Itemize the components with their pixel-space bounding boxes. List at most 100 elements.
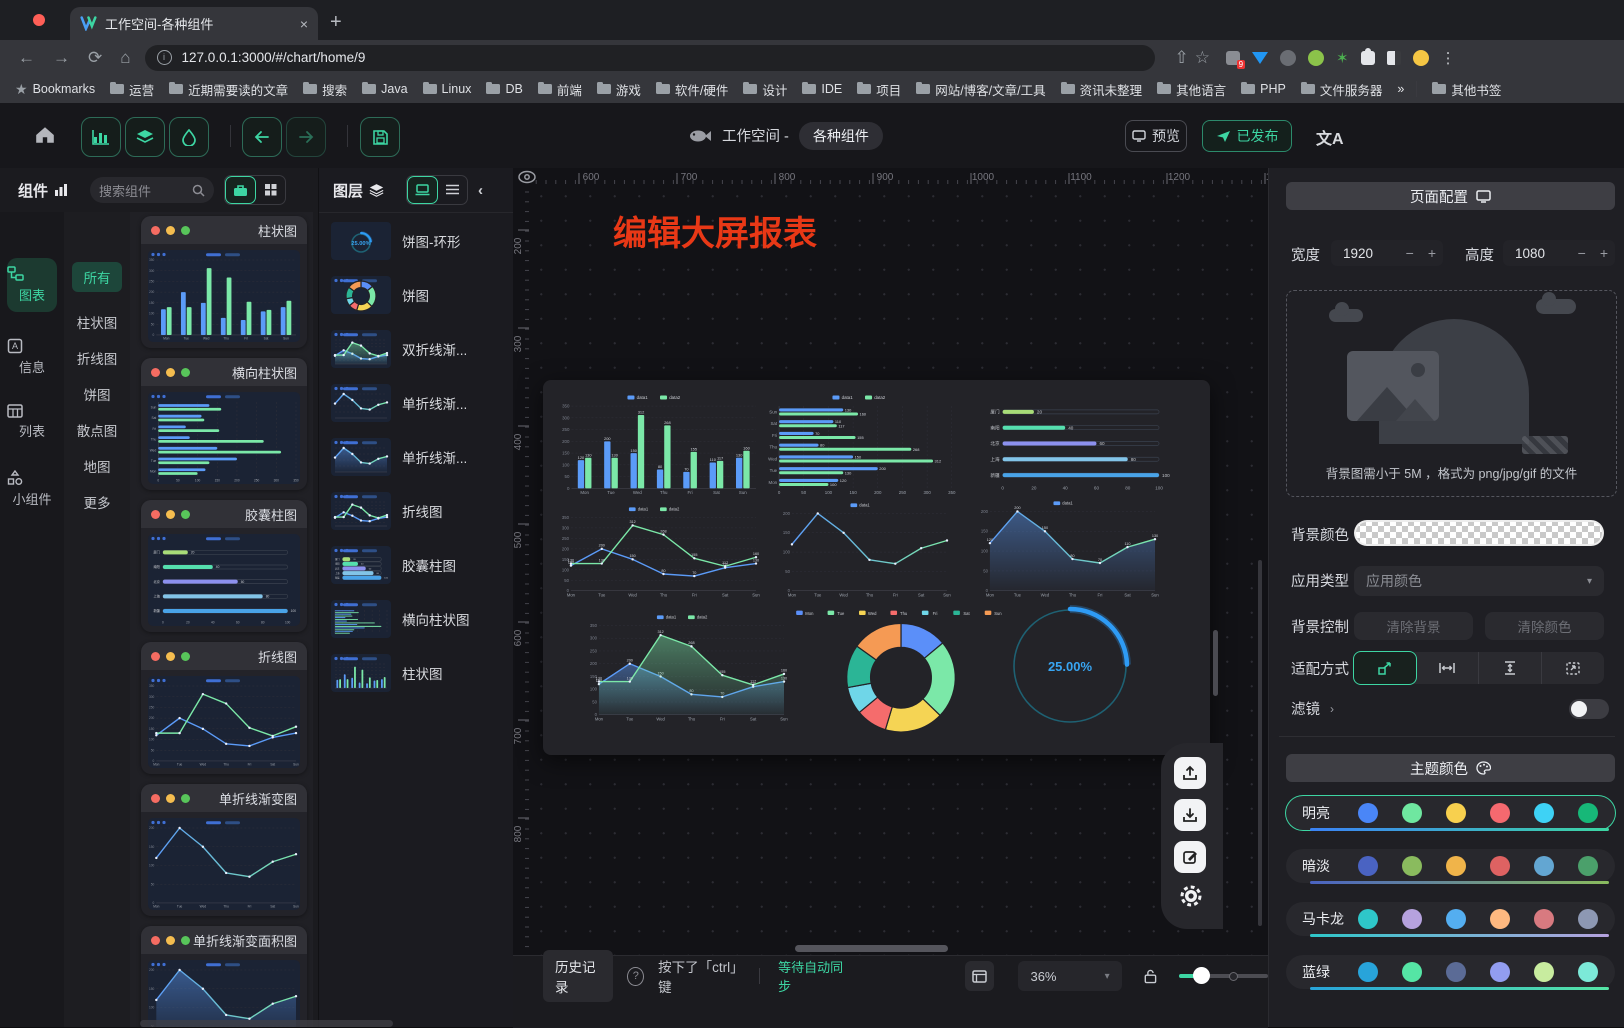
extension-star-icon[interactable]: ✶: [1336, 49, 1349, 67]
forward-icon[interactable]: →: [53, 48, 70, 68]
color-dot[interactable]: [1578, 856, 1598, 876]
color-dot[interactable]: [1578, 909, 1598, 929]
canvas-horizontal-scrollbar[interactable]: [795, 945, 948, 952]
zoom-select[interactable]: 36% ▾: [1018, 961, 1121, 991]
minus-button[interactable]: −: [1399, 245, 1421, 261]
bookmark-folder-前端[interactable]: 前端: [538, 80, 582, 99]
fit-stretch-button[interactable]: [1542, 652, 1604, 684]
component-card-胶囊柱图[interactable]: 胶囊柱图厦门20南阳40北京60上海80新疆100020406080100: [141, 500, 307, 632]
minus-button[interactable]: −: [1571, 245, 1593, 261]
category-饼图[interactable]: 饼图: [72, 384, 122, 404]
panel-scrollbar[interactable]: [1258, 560, 1262, 926]
color-dot[interactable]: [1358, 856, 1378, 876]
sidebar-item-小组件[interactable]: 小组件: [7, 470, 57, 508]
history-button[interactable]: 历史记录: [543, 950, 613, 1002]
redo-button[interactable]: [286, 117, 326, 157]
color-dot[interactable]: [1578, 803, 1598, 823]
layout-toggle-button[interactable]: [965, 961, 994, 991]
app-type-select[interactable]: 应用颜色 ▾: [1354, 566, 1604, 596]
help-icon[interactable]: ?: [627, 967, 644, 986]
browser-tab[interactable]: 工作空间-各种组件 ×: [70, 7, 318, 40]
unlock-icon[interactable]: [1144, 968, 1157, 985]
height-stepper[interactable]: 1080 − +: [1503, 240, 1615, 266]
category-更多[interactable]: 更多: [72, 492, 122, 512]
bookmark-folder-网站/博客/文章/工具[interactable]: 网站/博客/文章/工具: [916, 80, 1045, 99]
bookmark-folder-DB[interactable]: DB: [486, 80, 522, 99]
theme-row-明亮[interactable]: 明亮: [1286, 796, 1615, 830]
layer-item-bar[interactable]: 柱状图: [331, 654, 443, 692]
bookmarks-manager[interactable]: ★ Bookmarks: [15, 81, 95, 98]
color-dot[interactable]: [1402, 803, 1422, 823]
app-home-icon[interactable]: [34, 125, 56, 145]
canvas-component-line1[interactable]: data1050100150200MonTueWedThuFriSatSun: [781, 500, 951, 600]
layers-drawer-button[interactable]: [125, 117, 165, 157]
color-dot[interactable]: [1402, 909, 1422, 929]
profile-emoji-icon[interactable]: [1413, 50, 1429, 66]
color-dot[interactable]: [1534, 962, 1554, 982]
bookmark-folder-搜索[interactable]: 搜索: [303, 80, 347, 99]
layer-item-line1[interactable]: 单折线渐...: [331, 384, 467, 422]
bookmark-folder-PHP[interactable]: PHP: [1241, 80, 1286, 99]
extension-mask-icon[interactable]: [1280, 50, 1296, 66]
width-stepper[interactable]: 1920 − +: [1331, 240, 1443, 266]
color-dot[interactable]: [1534, 803, 1554, 823]
category-所有[interactable]: 所有: [72, 262, 122, 292]
page-config-header[interactable]: 页面配置: [1286, 182, 1615, 210]
fit-width-button[interactable]: [1416, 652, 1479, 684]
translate-icon[interactable]: 文A: [1316, 125, 1344, 149]
fit-height-button[interactable]: [1479, 652, 1542, 684]
layer-item-line2[interactable]: 折线图: [331, 492, 443, 530]
category-散点图[interactable]: 散点图: [72, 420, 122, 440]
sidebar-item-图表[interactable]: 图表: [7, 258, 57, 312]
collapse-panel-icon[interactable]: ‹: [478, 182, 483, 199]
bookmark-folder-Java[interactable]: Java: [362, 80, 407, 99]
canvas-vertical-scrollbar[interactable]: [1213, 630, 1218, 696]
search-input[interactable]: 搜索组件: [90, 177, 214, 203]
reader-mode-icon[interactable]: [1387, 51, 1401, 65]
chart-line2[interactable]: data1data2050100150200250300350MonTueWed…: [560, 504, 760, 600]
chart-ring[interactable]: 25.00%: [975, 598, 1165, 730]
edit-button[interactable]: [1174, 841, 1206, 873]
new-tab-button[interactable]: +: [330, 12, 342, 32]
settings-gear-icon[interactable]: [1178, 883, 1204, 909]
layer-item-capsule[interactable]: 厦门20南阳40北京60上海80新疆100胶囊柱图: [331, 546, 456, 584]
extension-gem-icon[interactable]: [1252, 52, 1268, 72]
theme-row-暗淡[interactable]: 暗淡: [1286, 849, 1615, 883]
chart-area1[interactable]: data1050100150200MonTueWedThuFriSatSun12…: [979, 498, 1159, 600]
bookmark-folder-运营[interactable]: 运营: [110, 80, 154, 99]
project-name-badge[interactable]: 各种组件: [799, 122, 883, 150]
canvas-component-ring[interactable]: 25.00%: [975, 598, 1165, 730]
canvas-text-component[interactable]: 编辑大屏报表: [613, 206, 817, 255]
component-card-单折线渐变图[interactable]: 单折线渐变图050100150200MonTueWedThuFriSatSun: [141, 784, 307, 916]
category-折线图[interactable]: 折线图: [72, 348, 122, 368]
color-dot[interactable]: [1534, 909, 1554, 929]
category-柱状图[interactable]: 柱状图: [72, 312, 122, 332]
component-card-横向柱状图[interactable]: 横向柱状图050100150200250300350MonTueWedThuFr…: [141, 358, 307, 490]
color-dot[interactable]: [1358, 909, 1378, 929]
tab-close-icon[interactable]: ×: [300, 16, 308, 32]
canvas-component-line2[interactable]: data1data2050100150200250300350MonTueWed…: [560, 504, 760, 600]
color-dot[interactable]: [1446, 803, 1466, 823]
other-bookmarks-folder[interactable]: 其他书签: [1432, 80, 1501, 99]
color-dot[interactable]: [1490, 962, 1510, 982]
chart-bar[interactable]: data1data2050100150200250300350Mon120130…: [560, 392, 760, 498]
bookmark-star-icon[interactable]: ☆: [1195, 48, 1210, 68]
chart-area2[interactable]: data1data2050100150200250300350MonTueWed…: [588, 612, 788, 724]
component-card-单折线渐变面积图[interactable]: 单折线渐变面积图050100150200MonTueWedThuFriSatSu…: [141, 926, 307, 1027]
background-color-swatch[interactable]: [1354, 520, 1604, 546]
color-dot[interactable]: [1446, 909, 1466, 929]
canvas-component-capsule[interactable]: 厦门20南阳40北京60上海80新疆100020406080100: [983, 396, 1175, 494]
color-dot[interactable]: [1534, 856, 1554, 876]
component-card-折线图[interactable]: 折线图050100150200250300350MonTueWedThuFriS…: [141, 642, 307, 774]
color-dot[interactable]: [1358, 962, 1378, 982]
bookmark-folder-软件/硬件[interactable]: 软件/硬件: [656, 80, 728, 99]
chart-hbar[interactable]: data1data2050100150200250300350Mon120100…: [765, 392, 965, 498]
bookmark-folder-游戏[interactable]: 游戏: [597, 80, 641, 99]
preview-button[interactable]: 预览: [1125, 120, 1187, 152]
bookmark-folder-设计[interactable]: 设计: [743, 80, 787, 99]
color-dot[interactable]: [1402, 856, 1422, 876]
theme-color-header[interactable]: 主题颜色: [1286, 754, 1615, 782]
color-dot[interactable]: [1578, 962, 1598, 982]
color-dot[interactable]: [1358, 803, 1378, 823]
component-card-柱状图[interactable]: 柱状图050100150200250300350MonTueWedThuFriS…: [141, 216, 307, 348]
